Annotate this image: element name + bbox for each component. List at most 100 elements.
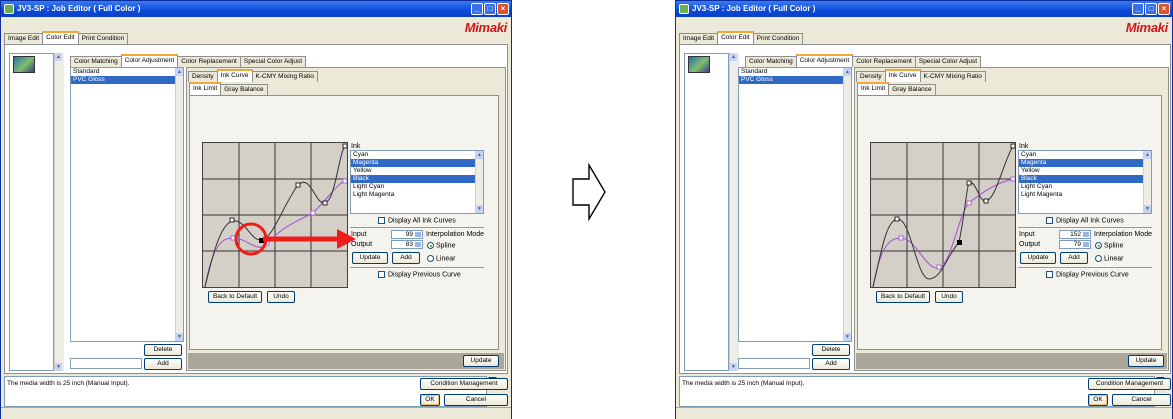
- display-all-ink-curves[interactable]: Display All Ink Curves: [1046, 217, 1124, 224]
- close-icon[interactable]: ×: [1158, 3, 1170, 15]
- spline-radio-icon[interactable]: [1095, 242, 1102, 249]
- list-item[interactable]: Magenta: [1019, 159, 1151, 167]
- update-button[interactable]: Update: [1128, 355, 1164, 367]
- tab-ink-limit[interactable]: Ink Limit: [857, 82, 890, 95]
- add-preset-button[interactable]: Add: [812, 358, 850, 370]
- linear-radio-icon[interactable]: [427, 255, 434, 262]
- back-to-default-button[interactable]: Back to Default: [876, 291, 930, 303]
- list-item[interactable]: Standard: [71, 68, 183, 76]
- tab-density[interactable]: Density: [188, 71, 218, 82]
- tab-density[interactable]: Density: [856, 71, 886, 82]
- ok-button[interactable]: OK: [1088, 394, 1108, 406]
- list-item[interactable]: PVC Gloss: [71, 76, 183, 84]
- list-item[interactable]: Black: [351, 175, 483, 183]
- tab-special-color-adjust[interactable]: Special Color Adjust: [914, 56, 982, 67]
- list-item[interactable]: Light Magenta: [351, 191, 483, 199]
- ink-list[interactable]: Cyan Magenta Yellow Black Light Cyan Lig…: [1018, 150, 1152, 214]
- linear-radio-icon[interactable]: [1095, 255, 1102, 262]
- input-spinner[interactable]: 99: [391, 230, 423, 239]
- update-button[interactable]: Update: [463, 355, 499, 367]
- cancel-button[interactable]: Cancel: [1112, 394, 1171, 406]
- linear-radio[interactable]: Linear: [1095, 255, 1123, 262]
- tab-color-matching[interactable]: Color Matching: [745, 56, 797, 67]
- tab-special-color-adjust[interactable]: Special Color Adjust: [239, 56, 307, 67]
- tab-print-condition[interactable]: Print Condition: [77, 33, 129, 44]
- list-item[interactable]: Yellow: [1019, 167, 1151, 175]
- output-spinner[interactable]: 83: [391, 240, 423, 249]
- close-icon[interactable]: ×: [497, 3, 509, 15]
- title-bar: JV3-SP : Job Editor ( Full Color ) _ □ ×: [676, 1, 1172, 17]
- tab-ink-curve[interactable]: Ink Curve: [216, 69, 253, 82]
- add-point-button[interactable]: Add: [392, 252, 420, 264]
- display-all-ink-curves[interactable]: Display All Ink Curves: [378, 217, 456, 224]
- ink-curve-graph[interactable]: [202, 142, 348, 288]
- tab-kcmy-mixing-ratio[interactable]: K-CMY Mixing Ratio: [919, 71, 986, 82]
- list-item[interactable]: Yellow: [351, 167, 483, 175]
- ink-list[interactable]: Cyan Magenta Yellow Black Light Cyan Lig…: [350, 150, 484, 214]
- tab-color-replacement[interactable]: Color Replacement: [177, 56, 241, 67]
- display-all-checkbox[interactable]: [378, 217, 385, 224]
- tab-image-edit[interactable]: Image Edit: [679, 33, 719, 44]
- linear-radio[interactable]: Linear: [427, 255, 455, 262]
- preset-list[interactable]: Standard PVC Gloss ▲ ▼: [70, 67, 184, 342]
- thumbnail-scrollbar[interactable]: ▲ ▼: [54, 53, 64, 371]
- preset-name-input[interactable]: [70, 358, 142, 369]
- maximize-icon[interactable]: □: [1145, 3, 1157, 15]
- tab-color-edit[interactable]: Color Edit: [717, 31, 754, 44]
- list-item[interactable]: Magenta: [351, 159, 483, 167]
- list-item[interactable]: Light Magenta: [1019, 191, 1151, 199]
- curve-plot[interactable]: [871, 143, 1016, 288]
- cancel-button[interactable]: Cancel: [444, 394, 508, 406]
- spline-radio-icon[interactable]: [427, 242, 434, 249]
- tab-color-adjustment[interactable]: Color Adjustment: [120, 54, 179, 67]
- undo-button[interactable]: Undo: [267, 291, 295, 303]
- condition-management-button[interactable]: Condition Management: [1088, 378, 1171, 390]
- minimize-icon[interactable]: _: [1132, 3, 1144, 15]
- tab-gray-balance[interactable]: Gray Balance: [888, 84, 936, 95]
- image-thumbnail[interactable]: [13, 56, 35, 73]
- magenta-control-point: [310, 210, 316, 216]
- list-item[interactable]: Cyan: [1019, 151, 1151, 159]
- preset-list[interactable]: Standard PVC Gloss ▲ ▼: [738, 67, 852, 342]
- output-spinner[interactable]: 79: [1059, 240, 1091, 249]
- tab-color-edit[interactable]: Color Edit: [42, 31, 79, 44]
- back-to-default-button[interactable]: Back to Default: [208, 291, 262, 303]
- display-previous-curve[interactable]: Display Previous Curve: [378, 271, 461, 278]
- delete-button[interactable]: Delete: [812, 344, 850, 356]
- display-previous-curve[interactable]: Display Previous Curve: [1046, 271, 1129, 278]
- display-previous-checkbox[interactable]: [378, 271, 385, 278]
- tab-ink-curve[interactable]: Ink Curve: [884, 69, 921, 82]
- tab-image-edit[interactable]: Image Edit: [4, 33, 44, 44]
- display-all-checkbox[interactable]: [1046, 217, 1053, 224]
- tab-print-condition[interactable]: Print Condition: [752, 33, 804, 44]
- tab-kcmy-mixing-ratio[interactable]: K-CMY Mixing Ratio: [251, 71, 318, 82]
- tab-color-adjustment[interactable]: Color Adjustment: [795, 54, 854, 67]
- list-item[interactable]: Standard: [739, 68, 851, 76]
- tab-gray-balance[interactable]: Gray Balance: [220, 84, 268, 95]
- update-point-button[interactable]: Update: [1020, 252, 1056, 264]
- display-previous-checkbox[interactable]: [1046, 271, 1053, 278]
- list-item[interactable]: Light Cyan: [1019, 183, 1151, 191]
- spline-radio[interactable]: Spline: [427, 242, 455, 249]
- tab-color-replacement[interactable]: Color Replacement: [852, 56, 916, 67]
- add-point-button[interactable]: Add: [1060, 252, 1088, 264]
- input-spinner[interactable]: 152: [1059, 230, 1091, 239]
- maximize-icon[interactable]: □: [484, 3, 496, 15]
- minimize-icon[interactable]: _: [471, 3, 483, 15]
- list-item[interactable]: Black: [1019, 175, 1151, 183]
- ok-button[interactable]: OK: [420, 394, 440, 406]
- list-item[interactable]: Light Cyan: [351, 183, 483, 191]
- undo-button[interactable]: Undo: [935, 291, 963, 303]
- list-item[interactable]: Cyan: [351, 151, 483, 159]
- tab-color-matching[interactable]: Color Matching: [70, 56, 122, 67]
- delete-button[interactable]: Delete: [144, 344, 182, 356]
- input-label: Input: [1019, 231, 1035, 238]
- tab-ink-limit[interactable]: Ink Limit: [189, 82, 222, 95]
- list-item[interactable]: PVC Gloss: [739, 76, 851, 84]
- add-preset-button[interactable]: Add: [144, 358, 182, 370]
- condition-management-button[interactable]: Condition Management: [420, 378, 508, 390]
- ink-curve-graph[interactable]: [870, 142, 1016, 288]
- preset-name-input[interactable]: [738, 358, 810, 369]
- image-thumbnail[interactable]: [688, 56, 710, 73]
- spline-radio[interactable]: Spline: [1095, 242, 1123, 249]
